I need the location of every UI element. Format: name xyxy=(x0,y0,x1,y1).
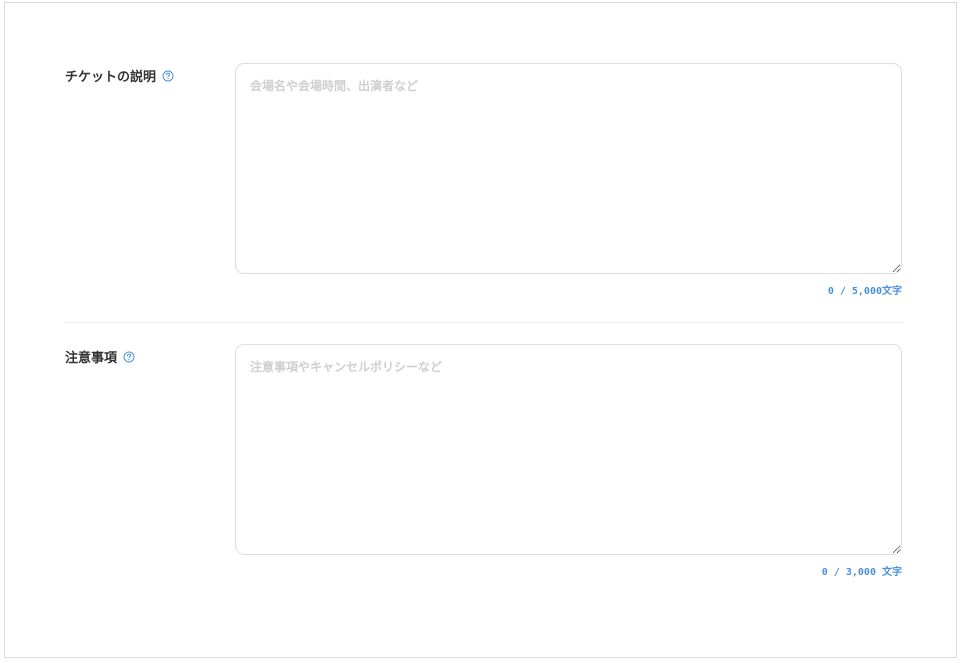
notes-control: 0 / 3,000 文字 xyxy=(235,344,902,578)
help-icon[interactable] xyxy=(123,351,135,363)
section-divider xyxy=(65,322,902,323)
help-icon[interactable] xyxy=(162,70,174,82)
ticket-description-label-group: チケットの説明 xyxy=(65,66,174,85)
notes-label-group: 注意事項 xyxy=(65,347,135,366)
notes-textarea[interactable] xyxy=(235,344,902,555)
notes-label: 注意事項 xyxy=(65,351,118,366)
ticket-description-textarea[interactable] xyxy=(235,63,902,274)
form-card: チケットの説明 0 / 5,000文字 注意事項 xyxy=(4,2,957,658)
notes-char-counter: 0 / 3,000 文字 xyxy=(821,567,902,578)
ticket-description-char-counter: 0 / 5,000文字 xyxy=(827,286,902,297)
ticket-description-label: チケットの説明 xyxy=(65,70,157,85)
ticket-description-control: 0 / 5,000文字 xyxy=(235,63,902,297)
